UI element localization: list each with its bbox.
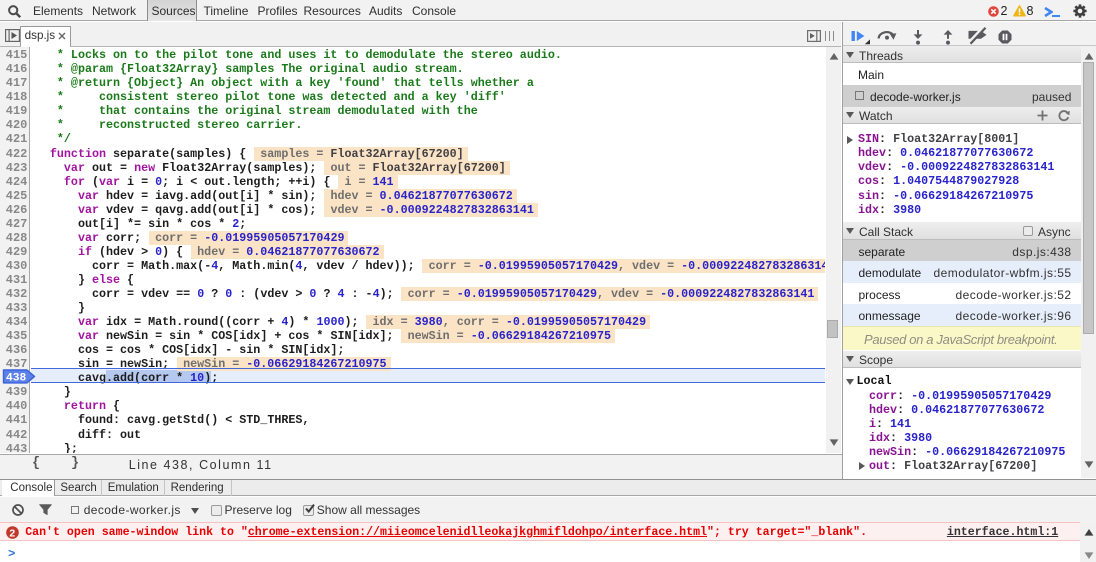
svg-text:2: 2 [9,528,15,540]
